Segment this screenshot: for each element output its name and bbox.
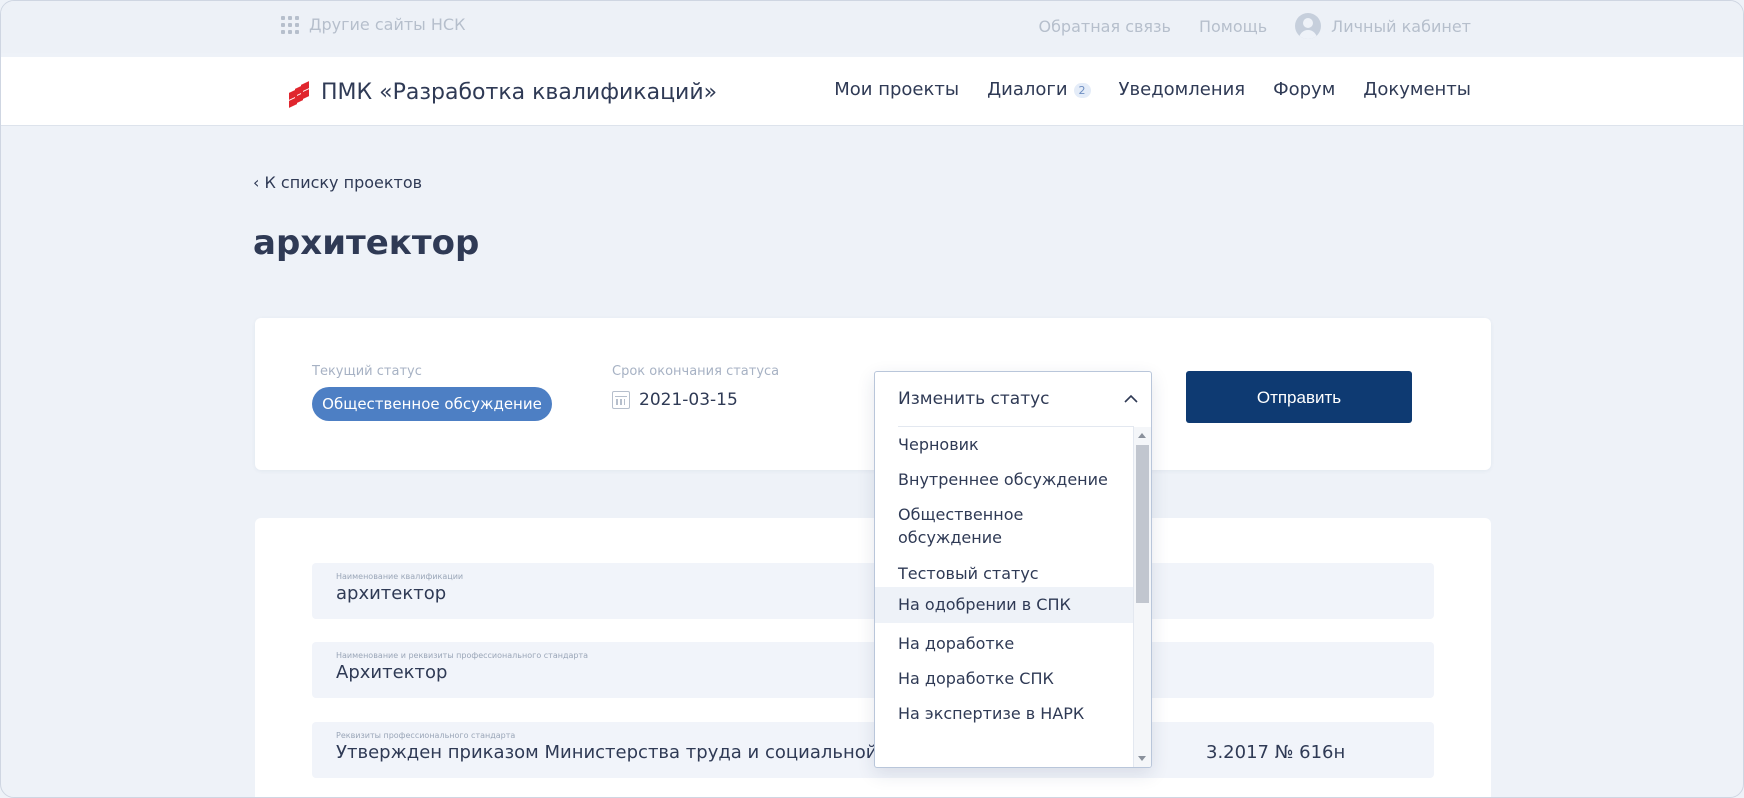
- status-option[interactable]: Общественное: [875, 502, 1133, 527]
- cabinet-label: Личный кабинет: [1331, 16, 1471, 36]
- status-option[interactable]: Тестовый статус: [875, 561, 1133, 586]
- details-card: Наименование квалификации архитектор Наи…: [255, 518, 1491, 797]
- qualification-name-label: Наименование квалификации: [336, 572, 464, 581]
- status-option-highlighted[interactable]: На одобрении в СПК: [875, 587, 1133, 623]
- main-nav: Мои проекты Диалоги 2 Уведомления Форум Д…: [834, 79, 1471, 100]
- deadline-date: 2021-03-15: [639, 390, 738, 410]
- scroll-thumb[interactable]: [1136, 445, 1149, 603]
- other-sites-label: Другие сайты НСК: [309, 15, 466, 34]
- scroll-down-arrow-icon[interactable]: [1138, 756, 1146, 761]
- utility-bar: Другие сайты НСК Обратная связь Помощь Л…: [1, 1, 1743, 53]
- nav-forum[interactable]: Форум: [1273, 79, 1335, 100]
- standard-details-value-left: Утвержден приказом Министерства труда и …: [336, 742, 958, 763]
- qualification-name-value: архитектор: [336, 583, 447, 604]
- app-title: ПМК «Разработка квалификаций»: [321, 79, 718, 105]
- page-title: архитектор: [253, 223, 480, 263]
- nav-dialogs-label: Диалоги: [987, 79, 1068, 100]
- standard-details-value-right: 3.2017 № 616н: [1206, 742, 1346, 763]
- main-header: ПМК «Разработка квалификаций» Мои проект…: [1, 57, 1743, 126]
- change-status-placeholder: Изменить статус: [898, 389, 1050, 409]
- standard-name-value: Архитектор: [336, 662, 448, 683]
- send-button[interactable]: Отправить: [1186, 371, 1412, 423]
- qualification-name-field[interactable]: Наименование квалификации архитектор: [312, 563, 1434, 619]
- deadline-value: 2021-03-15: [612, 390, 738, 410]
- change-status-select[interactable]: Изменить статус: [875, 372, 1151, 426]
- change-status-dropdown[interactable]: Изменить статус Черновик Внутреннее обсу…: [874, 371, 1152, 768]
- chevron-up-icon: [1124, 394, 1138, 403]
- status-option[interactable]: обсуждение: [875, 525, 1133, 550]
- standard-name-label: Наименование и реквизиты профессионально…: [336, 651, 589, 660]
- other-sites-link[interactable]: Другие сайты НСК: [281, 15, 465, 34]
- standard-name-field[interactable]: Наименование и реквизиты профессионально…: [312, 642, 1434, 698]
- logo-mark-icon: [287, 77, 311, 108]
- status-options-list: Черновик Внутреннее обсуждение Обществен…: [875, 427, 1133, 767]
- user-avatar-icon: [1295, 13, 1322, 39]
- cabinet-link[interactable]: Личный кабинет: [1295, 13, 1471, 39]
- calendar-icon: [612, 391, 630, 409]
- standard-details-field[interactable]: Реквизиты профессионального стандарта Ут…: [312, 722, 1434, 778]
- deadline-label: Срок окончания статуса: [612, 364, 780, 379]
- status-option[interactable]: Внутреннее обсуждение: [875, 467, 1133, 492]
- logo[interactable]: ПМК «Разработка квалификаций»: [287, 77, 718, 108]
- standard-details-label: Реквизиты профессионального стандарта: [336, 731, 516, 740]
- nav-dialogs[interactable]: Диалоги 2: [987, 79, 1091, 100]
- back-to-projects-link[interactable]: ‹ К списку проектов: [253, 173, 422, 192]
- nav-documents[interactable]: Документы: [1363, 79, 1471, 100]
- dialogs-count-badge: 2: [1073, 82, 1091, 98]
- utility-links: Обратная связь Помощь Личный кабинет: [1038, 13, 1471, 39]
- status-option[interactable]: На доработке: [875, 631, 1133, 656]
- status-option[interactable]: На экспертизе в НАРК: [875, 701, 1133, 726]
- nav-my-projects[interactable]: Мои проекты: [834, 79, 959, 100]
- status-option[interactable]: Черновик: [875, 432, 1133, 457]
- status-card: Текущий статус Общественное обсуждение С…: [255, 318, 1491, 470]
- dropdown-scrollbar[interactable]: [1133, 427, 1151, 767]
- feedback-link[interactable]: Обратная связь: [1038, 17, 1171, 36]
- apps-grid-icon: [281, 15, 299, 34]
- current-status-label: Текущий статус: [312, 364, 422, 379]
- scroll-up-arrow-icon[interactable]: [1138, 433, 1146, 438]
- status-badge: Общественное обсуждение: [312, 387, 552, 421]
- nav-notifications[interactable]: Уведомления: [1119, 79, 1246, 100]
- browser-frame: Другие сайты НСК Обратная связь Помощь Л…: [0, 0, 1744, 798]
- status-option[interactable]: На доработке СПК: [875, 666, 1133, 691]
- help-link[interactable]: Помощь: [1199, 17, 1267, 36]
